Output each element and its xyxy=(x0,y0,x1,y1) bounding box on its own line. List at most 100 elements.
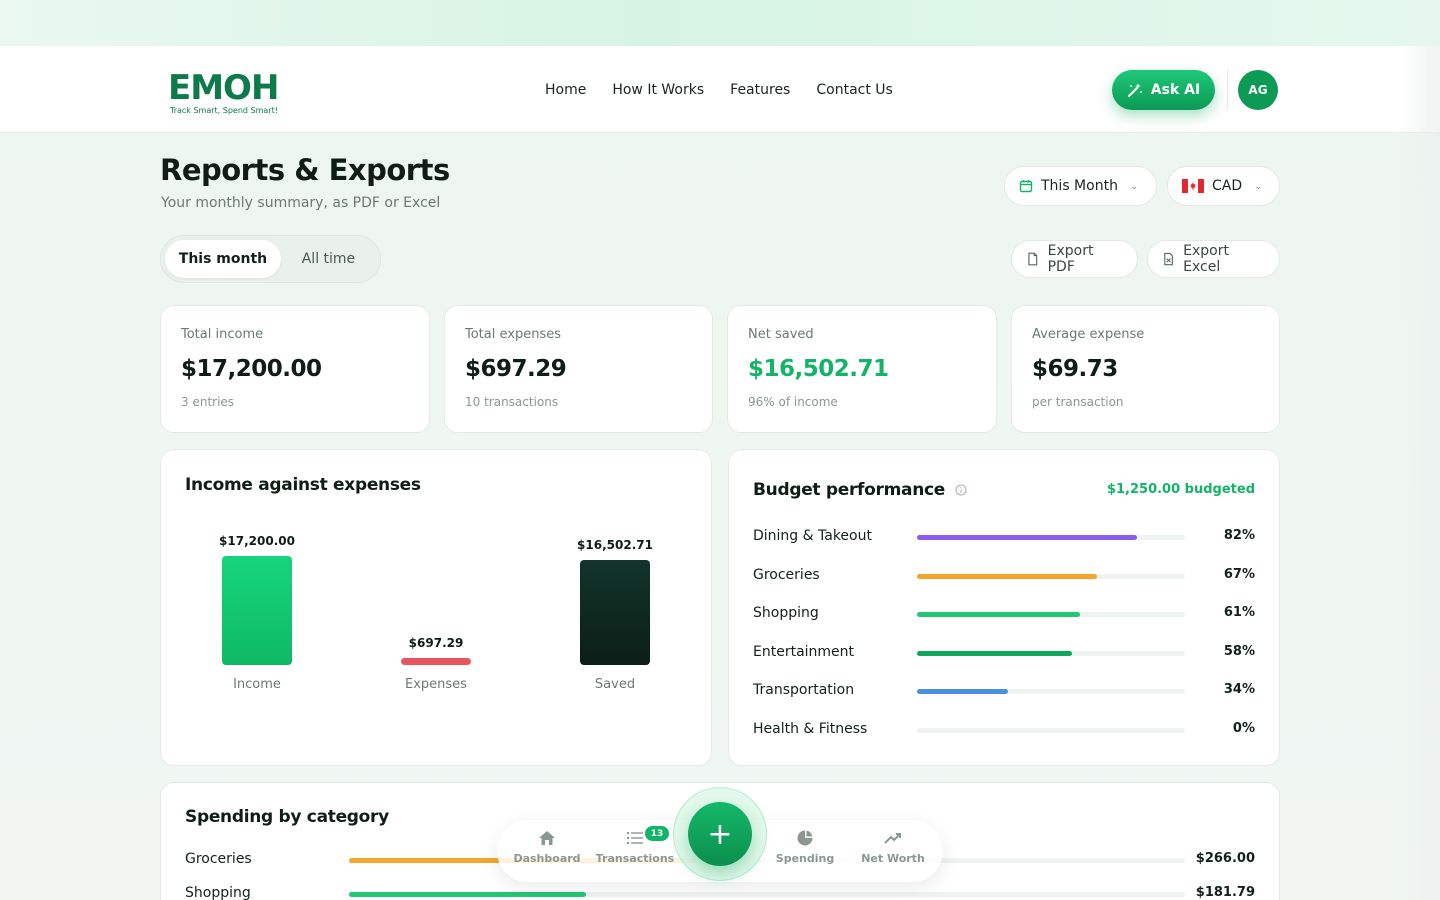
stat-value: $69.73 xyxy=(1032,356,1118,382)
category-amount: $181.79 xyxy=(1195,885,1255,900)
bottom-nav-dashboard[interactable]: Dashboard xyxy=(507,830,587,865)
nav-how-it-works[interactable]: How It Works xyxy=(612,82,704,98)
tab-this-month[interactable]: This month xyxy=(165,240,281,278)
bar-category-label: Saved xyxy=(594,677,636,692)
budget-row: Shopping 61% xyxy=(753,605,1255,625)
avatar[interactable]: AG xyxy=(1238,70,1278,110)
budget-progress-fill xyxy=(917,573,1097,579)
page-subtitle: Your monthly summary, as PDF or Excel xyxy=(161,195,441,211)
budget-percent: 82% xyxy=(1223,528,1255,543)
bottom-nav-label: Net Worth xyxy=(861,852,925,865)
main-nav: Home How It Works Features Contact Us xyxy=(545,46,893,133)
logo[interactable]: EMOH Track Smart, Spend Smart! xyxy=(168,68,288,118)
bottom-nav-label: Spending xyxy=(775,852,835,865)
stat-card-average-expense: Average expense $69.73 per transaction xyxy=(1011,305,1280,433)
excel-file-icon xyxy=(1164,252,1173,266)
export-excel-button[interactable]: Export Excel xyxy=(1147,240,1280,278)
canada-flag-icon xyxy=(1182,179,1204,193)
budget-percent: 0% xyxy=(1232,721,1255,736)
magic-wand-icon xyxy=(1127,83,1142,97)
nav-home[interactable]: Home xyxy=(545,82,586,98)
budget-category-name: Health & Fitness xyxy=(753,721,868,737)
period-tabs: This month All time xyxy=(160,235,381,283)
card-title: Budget performance xyxy=(753,480,946,500)
budget-progress-track xyxy=(917,689,1185,695)
stat-card-total-expenses: Total expenses $697.29 10 transactions xyxy=(444,305,713,433)
budget-percent: 58% xyxy=(1223,643,1255,659)
budget-progress-track xyxy=(917,728,1185,733)
budget-total: $1,250.00 budgeted xyxy=(1106,482,1255,497)
stat-card-total-income: Total income $17,200.00 3 entries xyxy=(160,305,430,433)
budget-category-name: Groceries xyxy=(753,566,820,583)
budget-percent: 67% xyxy=(1223,566,1255,582)
site-header: EMOH Track Smart, Spend Smart! Home How … xyxy=(0,46,1440,133)
budget-row: Entertainment 58% xyxy=(753,644,1255,664)
chevron-down-icon: ⌄ xyxy=(1129,180,1139,192)
budget-percent: 34% xyxy=(1223,682,1255,698)
category-amount: $266.00 xyxy=(1195,851,1255,866)
currency-select[interactable]: CAD ⌄ xyxy=(1167,166,1280,206)
budget-progress-track xyxy=(917,573,1185,579)
budget-row: Health & Fitness 0% xyxy=(753,721,1255,741)
nav-features[interactable]: Features xyxy=(730,82,790,98)
export-pdf-button[interactable]: Export PDF xyxy=(1011,240,1138,278)
stat-value: $697.29 xyxy=(465,356,567,382)
logo-text: EMOH xyxy=(168,68,279,108)
card-title: Income against expenses xyxy=(185,475,421,495)
period-select[interactable]: This Month ⌄ xyxy=(1004,166,1157,206)
budget-progress-fill xyxy=(917,535,1137,540)
export-pdf-label: Export PDF xyxy=(1047,243,1094,275)
stat-value: $16,502.71 xyxy=(748,356,889,382)
budget-progress-fill xyxy=(917,650,1073,656)
budget-progress-fill xyxy=(917,612,1081,618)
ask-ai-button[interactable]: Ask AI xyxy=(1112,70,1215,110)
bar-category-label: Expenses xyxy=(405,677,467,692)
pie-chart-icon xyxy=(797,830,813,846)
page-title: Reports & Exports xyxy=(160,153,450,187)
budget-performance-card: Budget performance $1,250.00 budgeted Di… xyxy=(728,449,1280,766)
stat-sub: 3 entries xyxy=(181,395,235,409)
category-row: Shopping $181.79 xyxy=(185,885,1255,900)
budget-progress-track xyxy=(917,612,1185,618)
top-banner-strip xyxy=(0,0,1440,46)
category-progress-fill xyxy=(349,892,587,897)
stat-sub: per transaction xyxy=(1032,395,1124,409)
nav-contact-us[interactable]: Contact Us xyxy=(816,82,892,98)
bar-income[interactable] xyxy=(222,556,292,665)
bottom-nav-spending[interactable]: Spending xyxy=(765,830,845,865)
budget-category-name: Shopping xyxy=(753,605,819,622)
stat-label: Total income xyxy=(181,327,264,342)
category-name: Groceries xyxy=(185,851,252,867)
budget-category-name: Transportation xyxy=(753,682,855,699)
transactions-count-badge: 13 xyxy=(645,826,669,841)
bar-value-label: $16,502.71 xyxy=(577,538,653,552)
pdf-file-icon xyxy=(1028,252,1038,266)
bar-saved[interactable] xyxy=(580,560,650,665)
category-name: Shopping xyxy=(185,885,251,900)
budget-progress-track xyxy=(917,535,1185,540)
bottom-nav-label: Transactions xyxy=(595,852,675,865)
budget-title-wrap: Budget performance xyxy=(753,480,967,500)
list-icon xyxy=(627,832,643,844)
home-icon xyxy=(539,831,555,845)
bottom-nav-net-worth[interactable]: Net Worth xyxy=(853,830,933,865)
bar-value-label: $17,200.00 xyxy=(219,534,295,548)
calendar-icon xyxy=(1019,180,1033,193)
header-divider xyxy=(1227,70,1228,110)
tab-all-time[interactable]: All time xyxy=(281,240,376,278)
info-icon[interactable] xyxy=(955,484,967,496)
stat-sub: 10 transactions xyxy=(465,395,559,409)
budget-progress-track xyxy=(917,650,1185,656)
stat-label: Net saved xyxy=(748,327,814,342)
add-transaction-button[interactable]: + xyxy=(688,802,752,866)
budget-percent: 61% xyxy=(1223,605,1255,621)
category-progress-track xyxy=(349,892,1185,897)
stat-card-net-saved: Net saved $16,502.71 96% of income xyxy=(727,305,997,433)
stat-value: $17,200.00 xyxy=(181,356,322,382)
bottom-nav-label: Dashboard xyxy=(513,852,581,865)
bar-value-label: $697.29 xyxy=(408,636,464,650)
stat-label: Total expenses xyxy=(465,327,561,342)
budget-row: Transportation 34% xyxy=(753,682,1255,702)
bar-expenses[interactable] xyxy=(401,658,471,665)
budget-category-name: Dining & Takeout xyxy=(753,528,872,544)
